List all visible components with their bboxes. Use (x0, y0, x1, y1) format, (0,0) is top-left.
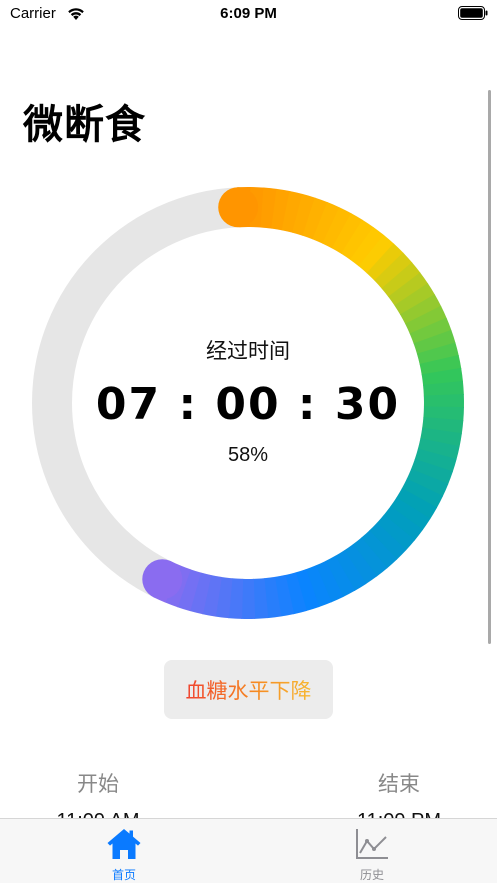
ring-progress-segment (274, 574, 295, 617)
ring-end-cap (142, 559, 183, 600)
ring-progress-segment (394, 283, 436, 316)
ring-progress-segment (381, 262, 421, 298)
tab-history-label: 历史 (359, 868, 384, 882)
battery-icon (458, 6, 488, 20)
ring-progress-segment (376, 514, 415, 551)
ring-progress-segment (284, 572, 307, 615)
tab-bar: 首页 历史 (0, 818, 497, 883)
ring-progress-segment (405, 305, 447, 335)
ring-progress-segment (343, 544, 378, 585)
ring-progress-segment (358, 234, 395, 274)
ring-progress-segment (383, 506, 423, 541)
tab-history[interactable]: 历史 (312, 819, 432, 883)
ring-progress-segment (388, 272, 429, 307)
ring-progress-segment (215, 576, 233, 619)
ring-progress-segment (202, 574, 223, 617)
ring-progress-segment (401, 478, 444, 509)
ring-progress-segment (312, 202, 340, 244)
ring-progress-segment (322, 207, 352, 249)
ring-progress-segment (252, 578, 269, 619)
ring-progress-segment (366, 243, 404, 282)
tab-home[interactable]: 首页 (64, 819, 184, 883)
ring-progress-segment (281, 191, 304, 233)
status-bar: Carrier 6:09 PM (0, 0, 497, 30)
ring-progress-segment (263, 576, 282, 619)
ring-progress-segment (271, 188, 291, 231)
ring-progress-segment (325, 555, 356, 598)
elapsed-time-value: 07 : 00 : 30 (95, 379, 401, 430)
page-title: 微断食 (23, 102, 146, 148)
end-label: 结束 (378, 772, 420, 796)
ring-progress-segment (260, 187, 278, 229)
ring-progress-segment (406, 468, 449, 497)
scroll-indicator[interactable] (488, 90, 491, 644)
ring-progress-segment (305, 565, 332, 608)
ring-progress-segment (331, 213, 363, 255)
ring-progress-segment (292, 193, 316, 236)
fasting-progress-ring: 经过时间 07 : 00 : 30 58% (30, 185, 466, 621)
house-icon (107, 829, 141, 859)
ring-progress-segment (302, 197, 328, 240)
ring-progress-segment (176, 569, 202, 612)
ring-progress-segment (189, 572, 212, 615)
progress-percent: 58% (227, 444, 269, 466)
fasting-phase-button[interactable]: 血糖水平下降 (164, 660, 333, 719)
ring-progress-segment (352, 537, 388, 577)
ring-progress-segment (228, 578, 244, 619)
ring-progress-segment (396, 488, 438, 520)
ring-progress-segment (399, 294, 442, 325)
ring-progress-segment (334, 550, 367, 591)
ring-progress-segment (295, 569, 320, 612)
ring-progress-segment (349, 226, 385, 267)
elapsed-time-label: 经过时间 (206, 339, 290, 363)
ring-progress-segment (390, 497, 431, 531)
status-time: 6:09 PM (220, 5, 277, 22)
ring-progress-segment (420, 427, 462, 448)
ring-progress-segment (360, 530, 398, 569)
ring-start-cap (218, 187, 259, 228)
tab-home-label: 首页 (111, 868, 136, 882)
start-label: 开始 (77, 772, 119, 796)
ring-progress-segment (374, 252, 413, 289)
ring-progress-segment (368, 522, 407, 560)
ring-progress-segment (315, 560, 344, 603)
chart-line-icon (356, 829, 388, 859)
ring-progress-segment (340, 219, 374, 261)
fasting-phase-text: 血糖水平下降 (186, 675, 312, 705)
